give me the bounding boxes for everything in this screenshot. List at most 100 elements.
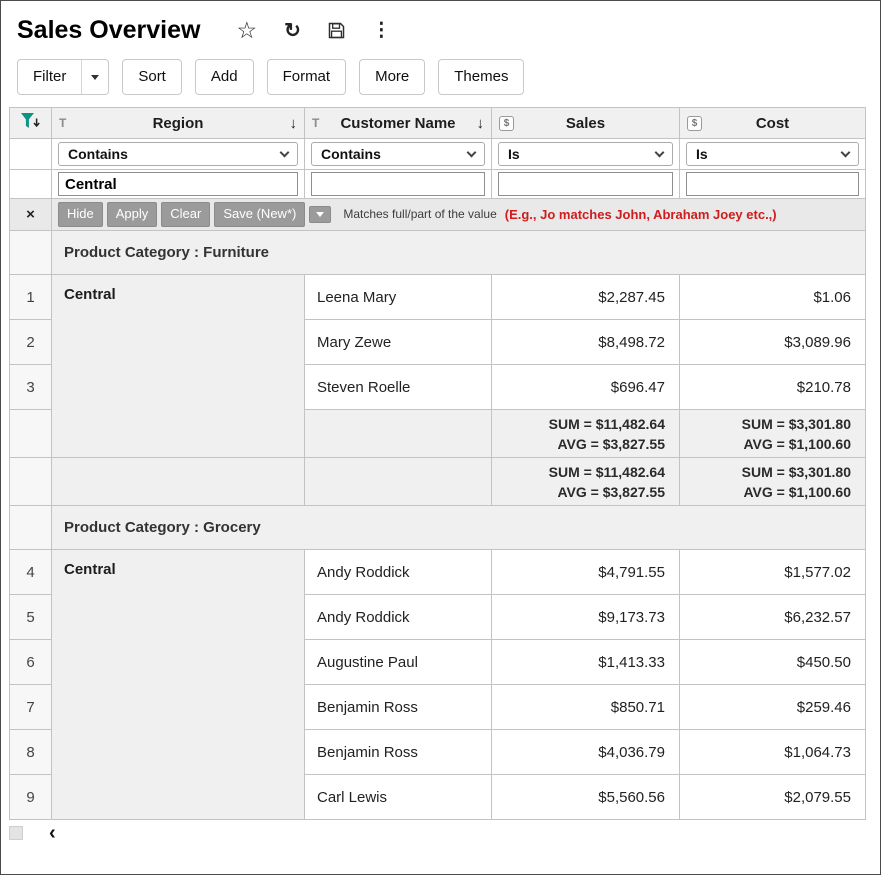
currency-type-icon: $ (687, 116, 702, 131)
row-number: 8 (10, 730, 52, 775)
customer-cell: Andy Roddick (305, 595, 492, 640)
filter-hint-text: Matches full/part of the value (343, 207, 496, 221)
add-button[interactable]: Add (195, 59, 254, 95)
total-cost-avg: AVG = $1,100.60 (694, 482, 851, 502)
sales-cell: $2,287.45 (492, 275, 680, 320)
customer-cell: Steven Roelle (305, 365, 492, 410)
filter-caret-button[interactable] (81, 59, 109, 95)
filter-funnel-icon[interactable] (10, 108, 52, 139)
sales-filter-input[interactable] (498, 172, 673, 196)
subtotal-sales-cell: SUM = $11,482.64 AVG = $3,827.55 (492, 410, 680, 458)
horizontal-scrollbar[interactable]: ‹ (9, 823, 872, 843)
row-number-empty (10, 410, 52, 458)
sort-desc-icon[interactable]: ↓ (282, 115, 297, 132)
themes-button[interactable]: Themes (438, 59, 524, 95)
total-sales-sum: SUM = $11,482.64 (506, 462, 665, 482)
customer-cell: Augustine Paul (305, 640, 492, 685)
row-number-empty (10, 458, 52, 506)
refresh-icon[interactable]: ↻ (284, 21, 301, 41)
sales-cell: $850.71 (492, 685, 680, 730)
customer-cell: Benjamin Ross (305, 730, 492, 775)
empty-cell (10, 139, 52, 170)
total-customer-empty (305, 458, 492, 506)
cost-cell: $1.06 (680, 275, 866, 320)
cost-condition-select[interactable]: Is (686, 142, 859, 166)
clear-button[interactable]: Clear (161, 202, 210, 226)
scroll-left-icon[interactable]: ‹ (49, 826, 56, 840)
group-header-furniture: Product Category : Furniture (52, 231, 866, 275)
column-header-customer-name[interactable]: T Customer Name ↓ (305, 108, 492, 139)
chevron-down-icon (841, 147, 851, 157)
favorite-star-icon[interactable]: ☆ (236, 19, 257, 42)
apply-button[interactable]: Apply (107, 202, 158, 226)
cost-cell: $450.50 (680, 640, 866, 685)
cost-cell: $259.46 (680, 685, 866, 730)
sales-cell: $696.47 (492, 365, 680, 410)
cost-cell: $3,089.96 (680, 320, 866, 365)
sales-cell: $5,560.56 (492, 775, 680, 820)
filter-action-bar: Hide Apply Clear Save (New*) Matches ful… (52, 202, 865, 226)
cost-cell: $1,064.73 (680, 730, 866, 775)
save-icon[interactable] (328, 22, 345, 39)
subtotal-cost-cell: SUM = $3,301.80 AVG = $1,100.60 (680, 410, 866, 458)
cost-cell: $210.78 (680, 365, 866, 410)
empty-cell (10, 170, 52, 199)
scrollbar-corner (9, 826, 23, 840)
column-label: Region (78, 115, 278, 132)
column-header-cost[interactable]: $ Cost (680, 108, 866, 139)
chevron-down-icon (467, 147, 477, 157)
save-caret-button[interactable] (309, 206, 331, 223)
customer-cell: Leena Mary (305, 275, 492, 320)
group-header-row: Product Category : Grocery (10, 506, 866, 550)
sort-button[interactable]: Sort (122, 59, 182, 95)
text-type-icon: T (312, 116, 327, 130)
toolbar: Filter Sort Add Format More Themes (1, 51, 880, 107)
region-cell: Central (52, 550, 305, 820)
total-cost-cell: SUM = $3,301.80 AVG = $1,100.60 (680, 458, 866, 506)
region-filter-input[interactable] (58, 172, 298, 196)
sort-desc-icon[interactable]: ↓ (469, 115, 484, 132)
page-title: Sales Overview (17, 16, 200, 45)
group-header-grocery: Product Category : Grocery (52, 506, 866, 550)
row-number: 2 (10, 320, 52, 365)
region-condition-select[interactable]: Contains (58, 142, 298, 166)
format-button[interactable]: Format (267, 59, 347, 95)
row-number: 3 (10, 365, 52, 410)
customer-condition-select[interactable]: Contains (311, 142, 485, 166)
cost-cell: $2,079.55 (680, 775, 866, 820)
customer-cell: Benjamin Ross (305, 685, 492, 730)
chevron-down-icon (280, 147, 290, 157)
more-button[interactable]: More (359, 59, 425, 95)
column-header-sales[interactable]: $ Sales (492, 108, 680, 139)
filter-button[interactable]: Filter (17, 59, 82, 95)
table-row: 4 Central Andy Roddick $4,791.55 $1,577.… (10, 550, 866, 595)
filter-hint-example: (E.g., Jo matches John, Abraham Joey etc… (505, 207, 777, 222)
chevron-down-icon (316, 212, 324, 217)
filter-value-row (10, 170, 866, 199)
close-filter-icon[interactable]: × (10, 199, 52, 231)
total-sales-cell: SUM = $11,482.64 AVG = $3,827.55 (492, 458, 680, 506)
kebab-menu-icon[interactable]: ⋮ (372, 21, 391, 40)
customer-cell: Mary Zewe (305, 320, 492, 365)
cost-filter-input[interactable] (686, 172, 859, 196)
filter-split-button: Filter (17, 59, 109, 95)
sales-condition-select[interactable]: Is (498, 142, 673, 166)
group-total-row: SUM = $11,482.64 AVG = $3,827.55 SUM = $… (10, 458, 866, 506)
region-cell: Central (52, 275, 305, 458)
row-number-empty (10, 231, 52, 275)
column-header-region[interactable]: T Region ↓ (52, 108, 305, 139)
row-number: 7 (10, 685, 52, 730)
currency-type-icon: $ (499, 116, 514, 131)
sales-cell: $9,173.73 (492, 595, 680, 640)
data-grid: T Region ↓ T Customer Name ↓ $ Sales (9, 107, 866, 820)
row-number: 9 (10, 775, 52, 820)
row-number: 5 (10, 595, 52, 640)
chevron-down-icon (91, 75, 99, 80)
group-header-row: Product Category : Furniture (10, 231, 866, 275)
total-sales-avg: AVG = $3,827.55 (506, 482, 665, 502)
hide-button[interactable]: Hide (58, 202, 103, 226)
customer-filter-input[interactable] (311, 172, 485, 196)
save-new-button[interactable]: Save (New*) (214, 202, 305, 226)
customer-cell: Andy Roddick (305, 550, 492, 595)
sales-cell: $4,791.55 (492, 550, 680, 595)
